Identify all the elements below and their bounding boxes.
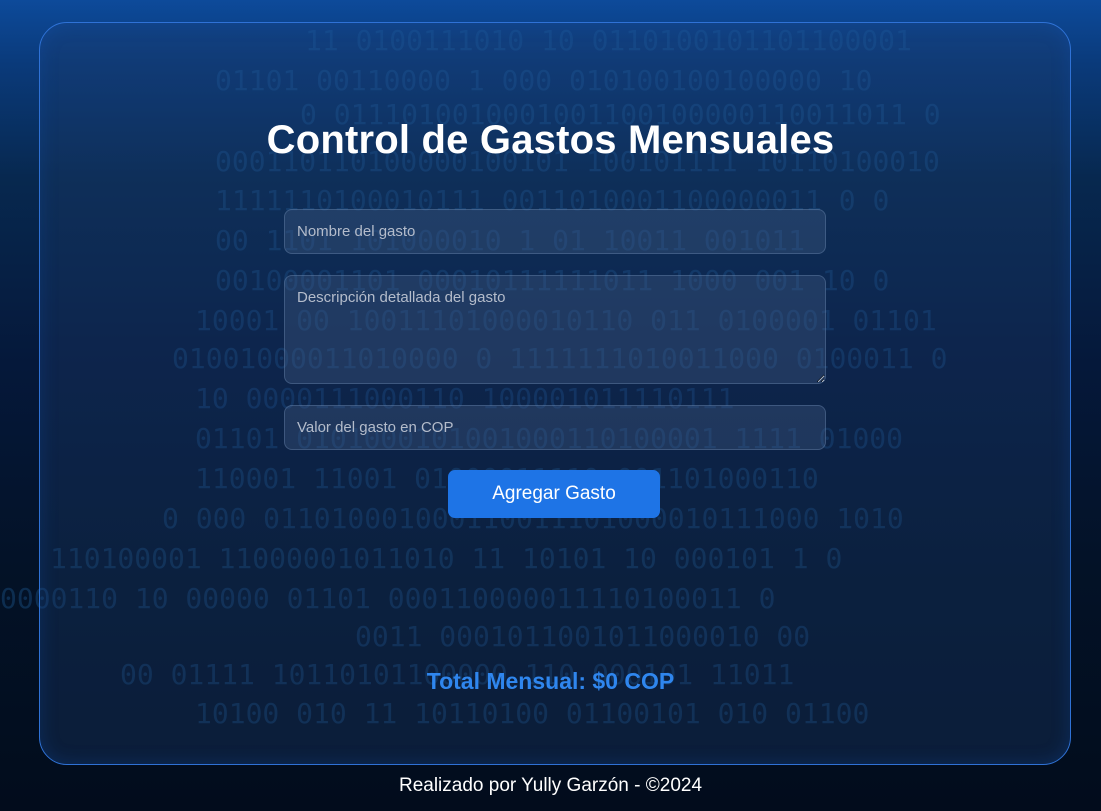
page-title: Control de Gastos Mensuales [266, 118, 835, 162]
expense-description-input[interactable] [284, 275, 826, 384]
monthly-total: Total Mensual: $0 COP [426, 668, 675, 694]
footer-credit: Realizado por Yully Garzón - ©2024 [398, 775, 703, 796]
expense-value-input[interactable] [284, 405, 826, 450]
add-expense-button[interactable]: Agregar Gasto [448, 470, 660, 518]
expense-name-input[interactable] [284, 209, 826, 254]
expense-list [284, 540, 826, 660]
